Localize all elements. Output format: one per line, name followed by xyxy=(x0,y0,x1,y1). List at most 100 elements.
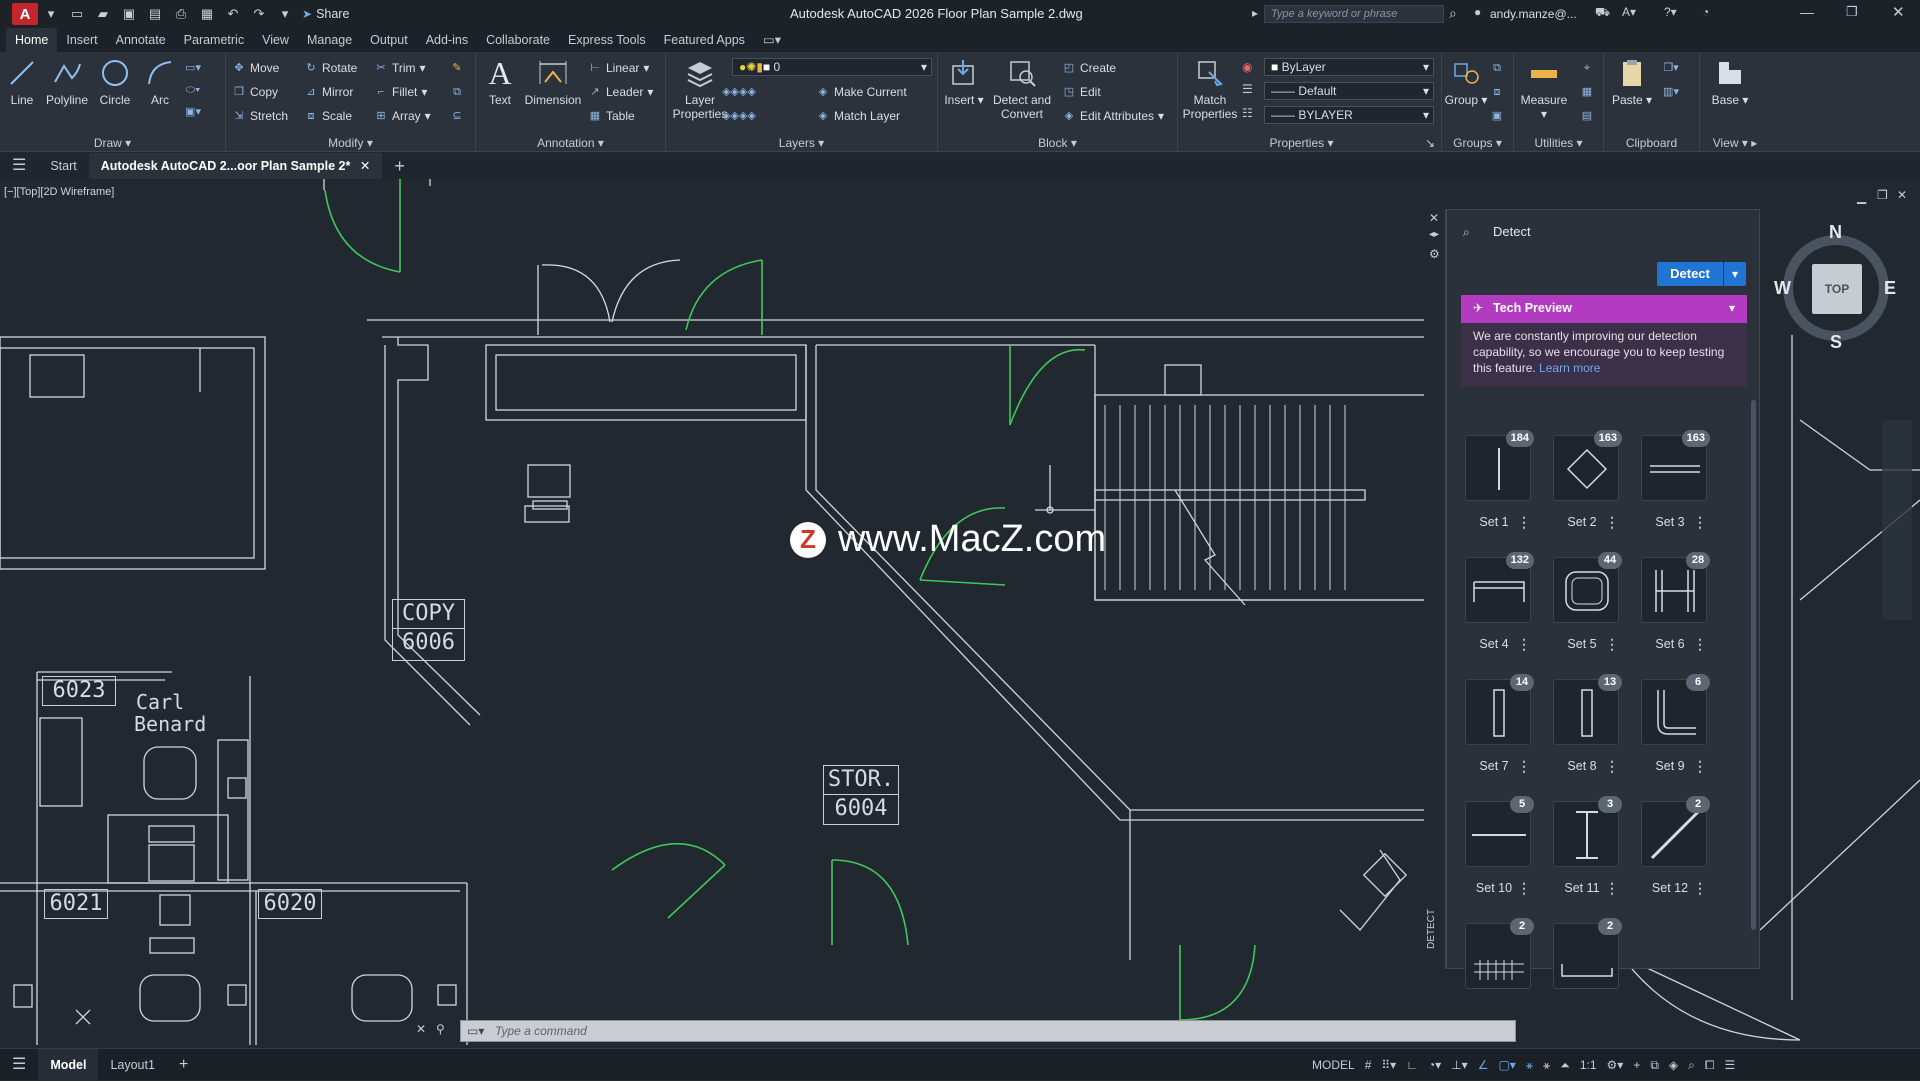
panel-title-modify[interactable]: Modify ▾ xyxy=(226,136,475,150)
detected-set-card[interactable]: 2 xyxy=(1553,918,1622,989)
group-button[interactable]: Group ▾ xyxy=(1444,56,1488,107)
panel-title-annotation[interactable]: Annotation ▾ xyxy=(476,136,665,150)
annotation-scale-icon[interactable]: ⏶ xyxy=(1560,1058,1570,1073)
redo-icon[interactable]: ↷ xyxy=(248,4,270,24)
compass-north[interactable]: N xyxy=(1829,222,1842,243)
scale-button[interactable]: ⧈ Scale xyxy=(304,106,353,126)
erase-icon[interactable]: ✎ xyxy=(450,58,464,78)
ribbon-minimize-toggle[interactable]: ▭▾ xyxy=(754,28,790,52)
set-more-options-icon[interactable]: ⋮ xyxy=(1605,514,1619,531)
set-more-options-icon[interactable]: ⋮ xyxy=(1605,880,1619,897)
isolate-icon[interactable]: ⌕ xyxy=(1688,1058,1695,1073)
arc-button[interactable]: Arc xyxy=(140,56,180,107)
detected-set-card[interactable]: 184 xyxy=(1465,430,1534,501)
copy-clip-icon[interactable]: ❐▾ xyxy=(1663,58,1678,78)
detected-set-card[interactable]: 163 xyxy=(1641,430,1710,501)
measure-button[interactable]: Measure ▾ xyxy=(1516,56,1572,121)
insert-button[interactable]: Insert ▾ xyxy=(942,56,986,107)
annotation-scale-value[interactable]: 1:1 xyxy=(1580,1058,1597,1072)
layer-properties-button[interactable]: Layer Properties xyxy=(670,56,730,121)
plot-icon[interactable]: ⎙ xyxy=(170,4,192,24)
stretch-button[interactable]: ⇲ Stretch xyxy=(232,106,288,126)
detected-set-card[interactable]: 14 xyxy=(1465,674,1534,745)
calculator-icon[interactable]: ▤ xyxy=(1580,106,1594,126)
viewcube-top-face[interactable]: TOP xyxy=(1812,264,1862,314)
detect-panel-scrollbar[interactable] xyxy=(1751,400,1756,930)
dimension-button[interactable]: Dimension xyxy=(522,56,584,107)
set-more-options-icon[interactable]: ⋮ xyxy=(1693,636,1707,653)
minimize-icon[interactable]: — xyxy=(1800,4,1814,20)
detected-set-card[interactable]: 3 xyxy=(1553,796,1622,867)
tab-view[interactable]: View xyxy=(253,28,298,52)
rotate-button[interactable]: ↻ Rotate xyxy=(304,58,357,78)
autocad-app-icon[interactable]: A xyxy=(12,3,38,25)
match-properties-button[interactable]: Match Properties xyxy=(1182,56,1238,121)
layout-list-icon[interactable]: ☰ xyxy=(0,1049,38,1081)
tab-featured-apps[interactable]: Featured Apps xyxy=(655,28,754,52)
new-tab-icon[interactable]: + xyxy=(382,153,417,179)
palette-close-icon[interactable]: ✕ xyxy=(1429,211,1439,225)
command-close-icon[interactable]: ✕ xyxy=(416,1022,426,1036)
explode-icon[interactable]: ⧉ xyxy=(450,82,464,102)
cart-icon[interactable]: ⛟ xyxy=(1595,5,1610,21)
chat-icon[interactable]: ◔ xyxy=(1702,5,1709,19)
polyline-button[interactable]: Polyline xyxy=(42,56,92,107)
close-window-icon[interactable]: ✕ xyxy=(1892,3,1905,21)
tech-preview-banner[interactable]: ✈ Tech Preview ▾ xyxy=(1461,295,1747,323)
edit-attributes-button[interactable]: ◈ Edit Attributes ▾ xyxy=(1062,106,1164,126)
tab-annotate[interactable]: Annotate xyxy=(107,28,175,52)
make-current-button[interactable]: ◈ Make Current xyxy=(816,82,907,102)
linear-button[interactable]: ⊢ Linear ▾ xyxy=(588,58,649,78)
leader-button[interactable]: ↗ Leader ▾ xyxy=(588,82,653,102)
expand-search-icon[interactable]: ▸ xyxy=(1252,6,1258,20)
fillet-button[interactable]: ⌐ Fillet ▾ xyxy=(374,82,428,102)
group-edit-icon[interactable]: ⧈ xyxy=(1490,82,1504,102)
viewport-minimize-icon[interactable]: ▁ xyxy=(1857,190,1866,204)
text-button[interactable]: A Text xyxy=(480,56,520,107)
save-icon[interactable]: ▣ xyxy=(118,4,140,24)
add-layout-icon[interactable]: + xyxy=(167,1049,200,1081)
create-block-button[interactable]: ◰ Create xyxy=(1062,58,1116,78)
snap-icon[interactable]: ⠿▾ xyxy=(1381,1058,1396,1072)
command-line-input[interactable]: ▭▾ Type a command xyxy=(460,1020,1516,1042)
ungroup-icon[interactable]: ⧉ xyxy=(1490,58,1504,78)
cut-icon[interactable]: ▥▾ xyxy=(1663,82,1679,102)
tab-home[interactable]: Home xyxy=(6,28,58,52)
detected-set-card[interactable]: 132 xyxy=(1465,552,1534,623)
workspace-gear-icon[interactable]: ⚙▾ xyxy=(1607,1058,1624,1072)
linetype-dropdown[interactable]: —— BYLAYER ▾ xyxy=(1264,106,1434,124)
palette-autohide-icon[interactable]: ◂▸ xyxy=(1429,229,1439,240)
set-more-options-icon[interactable]: ⋮ xyxy=(1517,636,1531,653)
trim-button[interactable]: ✂ Trim ▾ xyxy=(374,58,425,78)
compass-east[interactable]: E xyxy=(1884,278,1896,299)
clean-screen-icon[interactable]: ⧠ xyxy=(1705,1058,1715,1073)
navigation-bar[interactable] xyxy=(1882,420,1912,620)
id-point-icon[interactable]: ▦ xyxy=(1580,82,1594,102)
set-more-options-icon[interactable]: ⋮ xyxy=(1693,758,1707,775)
detected-set-card[interactable]: 5 xyxy=(1465,796,1534,867)
customization-icon[interactable]: ☰ xyxy=(1725,1058,1736,1072)
detected-set-card[interactable]: 2 xyxy=(1465,918,1534,989)
isodraft-icon[interactable]: ⊥▾ xyxy=(1451,1058,1467,1072)
move-button[interactable]: ✥ Move xyxy=(232,58,279,78)
set-more-options-icon[interactable]: ⋮ xyxy=(1517,758,1531,775)
polar-icon[interactable]: ◔▾ xyxy=(1428,1058,1441,1072)
edit-block-button[interactable]: ◳ Edit xyxy=(1062,82,1101,102)
tab-express-tools[interactable]: Express Tools xyxy=(559,28,655,52)
share-button[interactable]: ➤ Share xyxy=(302,7,349,21)
open-folder-icon[interactable]: ▰ xyxy=(92,4,114,24)
detect-options-chevron-icon[interactable]: ▾ xyxy=(1724,262,1746,286)
offset-icon[interactable]: ⊆ xyxy=(450,106,464,126)
viewport-restore-icon[interactable]: ❐ xyxy=(1877,188,1888,202)
tab-parametric[interactable]: Parametric xyxy=(175,28,253,52)
compass-west[interactable]: W xyxy=(1774,278,1791,299)
command-customize-icon[interactable]: ⚲ xyxy=(436,1022,445,1036)
units-icon[interactable]: ⧉ xyxy=(1650,1058,1659,1073)
table-button[interactable]: ▦ Table xyxy=(588,106,635,126)
print-icon[interactable]: ▦ xyxy=(196,4,218,24)
layer-tools-row-2[interactable]: ◈◈◈◈ xyxy=(722,106,756,126)
compass-south[interactable]: S xyxy=(1830,332,1842,353)
object-snap-icon[interactable]: ▢▾ xyxy=(1498,1058,1515,1072)
restore-icon[interactable]: ❐ xyxy=(1846,4,1858,20)
palette-properties-icon[interactable]: ⚙ xyxy=(1429,247,1440,261)
